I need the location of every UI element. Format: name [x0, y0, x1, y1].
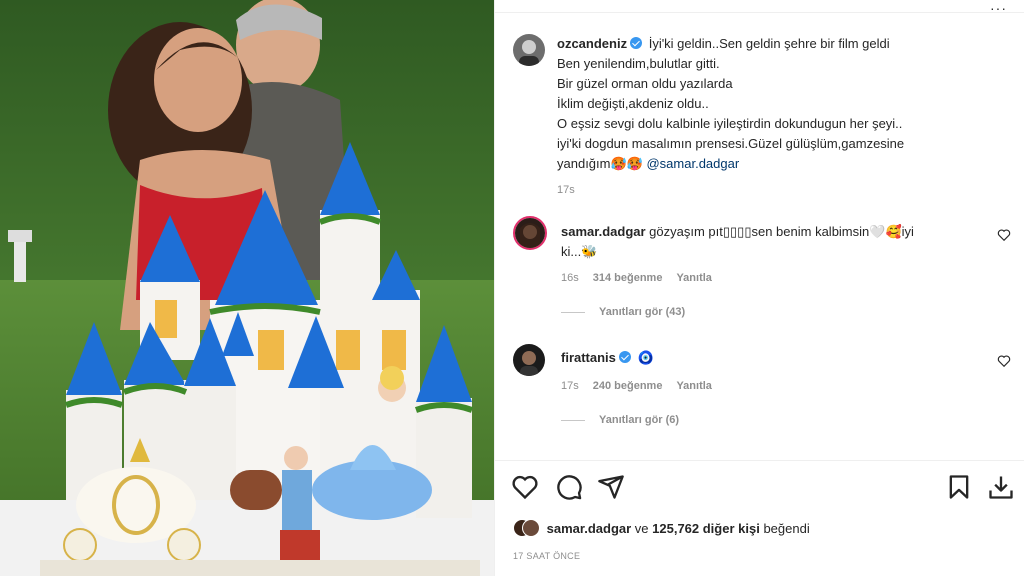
reply-button[interactable]: Yanıtla	[676, 272, 711, 284]
comment-item: samar.dadgar gözyaşım pıt▯▯▯▯sen benim k…	[513, 216, 1013, 326]
more-icon[interactable]: ···	[990, 0, 1007, 16]
caption-time: 17s	[557, 184, 575, 196]
view-replies[interactable]: Yanıtları gör (43)	[561, 306, 685, 318]
liked-by-mid: ve	[631, 521, 653, 536]
caption-line: Bir güzel orman oldu yazılarda	[557, 76, 733, 91]
post-header-bar: ···	[495, 0, 1024, 16]
caption-line: O eşsiz sevgi dolu kalbinle iyileştirdin…	[557, 116, 903, 131]
download-icon[interactable]	[987, 473, 1015, 501]
action-bar: samar.dadgar ve 125,762 diğer kişi beğen…	[495, 460, 1024, 577]
post-timestamp: 17 SAAT ÖNCE	[513, 551, 581, 561]
verified-icon	[630, 37, 643, 49]
comment-text: 🧿	[637, 350, 654, 365]
heart-icon[interactable]	[511, 473, 539, 501]
post-image	[0, 0, 494, 576]
comment-text-cont: ki...🐝	[561, 244, 598, 259]
heart-icon[interactable]	[997, 354, 1011, 368]
comment-likes[interactable]: 240 beğenme	[593, 380, 663, 392]
caption-line: İklim değişti,akdeniz oldu..	[557, 96, 709, 111]
liked-by-end: beğendi	[759, 521, 810, 536]
comment-likes[interactable]: 314 beğenme	[593, 272, 663, 284]
comment-time: 17s	[561, 380, 579, 392]
comment-item: firattanis 🧿 17s 240 beğenme Yanıtla Yanıt…	[513, 344, 1013, 444]
heart-icon[interactable]	[997, 228, 1011, 242]
liked-by-user[interactable]: samar.dadgar	[547, 521, 632, 536]
avatar[interactable]	[513, 344, 545, 376]
caption-line: İyi'ki geldin..Sen geldin şehre bir film…	[648, 36, 890, 51]
mention-link[interactable]: @samar.dadgar	[646, 156, 739, 171]
comment-text: gözyaşım pıt▯▯▯▯sen benim kalbimsin🤍🥰iyi	[649, 224, 914, 239]
caption-author[interactable]: ozcandeniz	[557, 36, 627, 51]
caption-line: yandığım🥵🥵	[557, 156, 643, 171]
avatar[interactable]	[513, 216, 547, 250]
liked-by: samar.dadgar ve 125,762 diğer kişi beğen…	[513, 519, 810, 537]
bookmark-icon[interactable]	[945, 473, 973, 501]
caption-line: Ben yenilendim,bulutlar gitti.	[557, 56, 720, 71]
comment-author[interactable]: samar.dadgar	[561, 224, 646, 239]
share-icon[interactable]	[597, 473, 625, 501]
caption-line: iyi'ki dogdun masalımın prensesi.Güzel g…	[557, 136, 905, 151]
verified-icon	[618, 351, 631, 363]
comment-time: 16s	[561, 272, 579, 284]
post-photo	[0, 0, 494, 576]
caption-text: ozcandeniz İyi'ki geldin..Sen geldin şeh…	[557, 34, 997, 200]
reply-button[interactable]: Yanıtla	[676, 380, 711, 392]
post-panel: ··· ozcandeniz İyi'ki geldin..Sen geldin…	[494, 0, 1024, 576]
comment-icon[interactable]	[555, 473, 583, 501]
comment-author[interactable]: firattanis	[561, 350, 616, 365]
liked-by-avatars	[513, 519, 540, 537]
avatar[interactable]	[513, 34, 545, 66]
liked-by-count[interactable]: 125,762 diğer kişi	[652, 521, 760, 536]
view-replies[interactable]: Yanıtları gör (6)	[561, 414, 679, 426]
